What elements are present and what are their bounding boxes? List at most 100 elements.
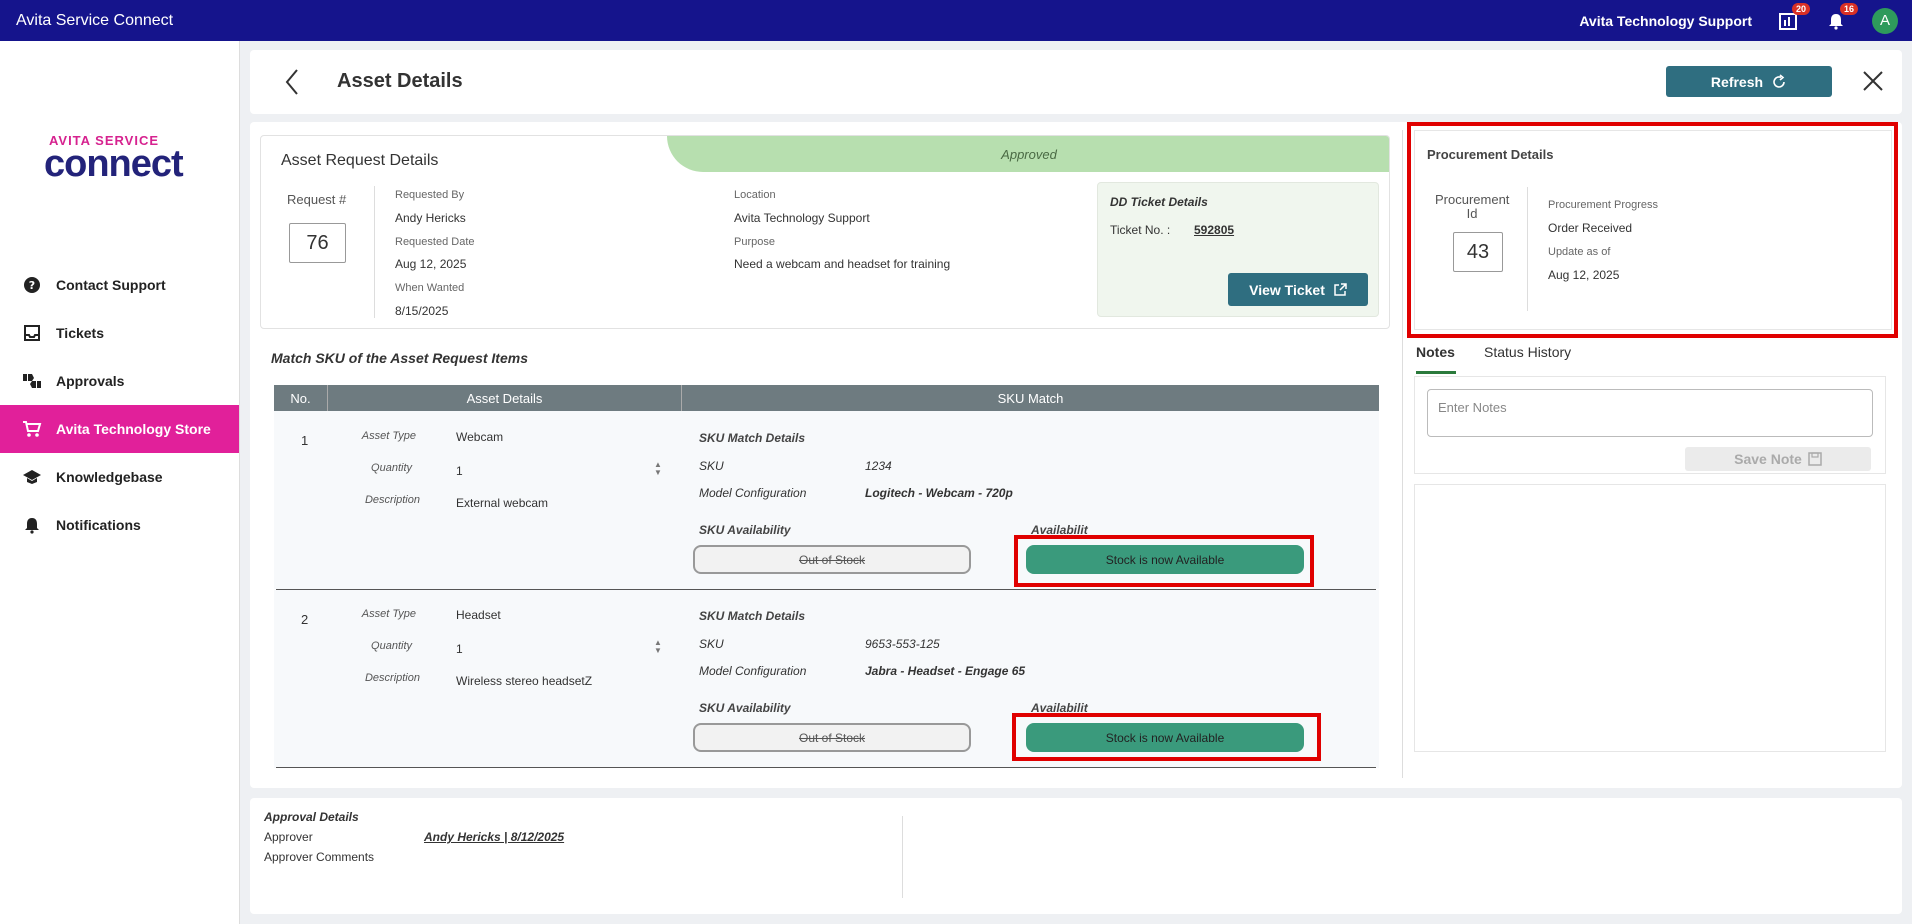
quantity-value[interactable]: 1 bbox=[456, 464, 463, 478]
sku-availability-label: SKU Availability bbox=[699, 701, 791, 715]
asset-type-label: Asset Type bbox=[361, 430, 416, 442]
out-of-stock-button[interactable]: Out of Stock bbox=[693, 723, 971, 752]
request-number-label: Request # bbox=[287, 192, 347, 207]
model-config-label: Model Configuration bbox=[699, 486, 807, 500]
tab-notes[interactable]: Notes bbox=[1416, 342, 1456, 374]
notes-list bbox=[1414, 484, 1886, 752]
asset-type-label: Asset Type bbox=[361, 608, 416, 620]
description-label: Description bbox=[364, 494, 420, 506]
notes-tabs: Notes Status History bbox=[1414, 342, 1884, 374]
approver-label: Approver bbox=[264, 830, 313, 844]
sidebar-item-tickets[interactable]: Tickets bbox=[0, 309, 239, 357]
location-value: Avita Technology Support bbox=[734, 211, 870, 225]
close-button[interactable] bbox=[1862, 70, 1884, 97]
dd-ticket-title: DD Ticket Details bbox=[1110, 195, 1208, 209]
location-label: Location bbox=[734, 189, 776, 201]
sidebar-item-contact-support[interactable]: ? Contact Support bbox=[0, 261, 239, 309]
divider bbox=[902, 816, 903, 898]
divider bbox=[374, 186, 375, 318]
graduation-cap-icon bbox=[22, 467, 42, 487]
refresh-button[interactable]: Refresh bbox=[1666, 66, 1832, 97]
column-sku-match: SKU Match bbox=[997, 390, 1064, 406]
avatar[interactable]: A bbox=[1872, 7, 1898, 34]
notes-input[interactable]: Enter Notes bbox=[1427, 389, 1873, 437]
asset-request-card: Approved Asset Request Details Request #… bbox=[260, 135, 1390, 329]
sidebar: AVITA SERVICE connect ? Contact Support … bbox=[0, 41, 240, 924]
approval-title: Approval Details bbox=[264, 810, 359, 824]
sidebar-item-label: Tickets bbox=[56, 325, 104, 341]
logo: AVITA SERVICE connect bbox=[44, 133, 194, 183]
bell-icon bbox=[22, 515, 42, 535]
ticket-number-link[interactable]: 592805 bbox=[1194, 223, 1234, 237]
out-of-stock-button[interactable]: Out of Stock bbox=[693, 545, 971, 574]
thumbs-icon bbox=[22, 371, 42, 391]
sidebar-item-approvals[interactable]: Approvals bbox=[0, 357, 239, 405]
save-note-button[interactable]: Save Note bbox=[1685, 447, 1871, 471]
back-button[interactable] bbox=[284, 68, 300, 101]
refresh-icon bbox=[1773, 73, 1785, 88]
model-config-label: Model Configuration bbox=[699, 664, 807, 678]
highlight-box bbox=[1407, 122, 1898, 338]
match-sku-title: Match SKU of the Asset Request Items bbox=[271, 350, 528, 366]
quantity-label: Quantity bbox=[371, 640, 412, 652]
description-value: External webcam bbox=[456, 496, 549, 510]
sku-table-header: No. Asset Details SKU Match bbox=[274, 385, 1379, 411]
status-badge: Approved bbox=[667, 136, 1389, 172]
sku-label: SKU bbox=[699, 459, 724, 473]
row-number: 1 bbox=[301, 433, 309, 448]
notes-card: Enter Notes Save Note bbox=[1414, 376, 1886, 474]
sku-match-details-label: SKU Match Details bbox=[699, 609, 806, 623]
help-circle-icon: ? bbox=[22, 275, 42, 295]
requested-date-value: Aug 12, 2025 bbox=[395, 257, 467, 271]
approver-comments-label: Approver Comments bbox=[264, 850, 375, 864]
view-ticket-label: View Ticket bbox=[1249, 281, 1325, 298]
top-bar-right: Avita Technology Support 20 16 A bbox=[1579, 0, 1912, 41]
requested-by-label: Requested By bbox=[395, 189, 465, 201]
reports-button[interactable]: 20 bbox=[1776, 2, 1810, 33]
close-icon bbox=[1863, 71, 1883, 91]
chevron-left-icon bbox=[285, 69, 298, 95]
approver-value[interactable]: Andy Hericks | 8/12/2025 bbox=[424, 830, 564, 844]
sidebar-item-label: Knowledgebase bbox=[56, 469, 163, 485]
requested-date-label: Requested Date bbox=[395, 236, 475, 248]
column-no: No. bbox=[274, 385, 328, 411]
highlight-box bbox=[1012, 713, 1321, 761]
requested-by-value: Andy Hericks bbox=[395, 211, 466, 225]
when-wanted-label: When Wanted bbox=[395, 282, 465, 294]
dd-ticket-card: DD Ticket Details Ticket No. : 592805 Vi… bbox=[1097, 182, 1379, 317]
model-config-value: Jabra - Headset - Engage 65 bbox=[865, 664, 1026, 678]
row-number: 2 bbox=[301, 612, 309, 627]
sidebar-item-notifications[interactable]: Notifications bbox=[0, 501, 239, 549]
model-config-value: Logitech - Webcam - 720p bbox=[865, 486, 1013, 500]
sidebar-nav: ? Contact Support Tickets Approvals Avit… bbox=[0, 261, 239, 549]
quantity-label: Quantity bbox=[371, 462, 412, 474]
logo-main-text: connect bbox=[44, 143, 184, 185]
description-value: Wireless stereo headsetZ bbox=[456, 674, 593, 688]
org-name: Avita Technology Support bbox=[1579, 12, 1752, 29]
sidebar-item-label: Approvals bbox=[56, 373, 125, 389]
inbox-icon bbox=[22, 323, 42, 343]
quantity-stepper[interactable]: ▲ ▼ bbox=[654, 461, 662, 477]
sku-match-details-label: SKU Match Details bbox=[699, 431, 806, 445]
reports-badge: 20 bbox=[1791, 2, 1810, 15]
column-divider bbox=[1402, 130, 1403, 778]
asset-type-value: Webcam bbox=[456, 430, 504, 444]
sidebar-item-label: Contact Support bbox=[56, 277, 166, 293]
column-asset-details: Asset Details bbox=[328, 385, 682, 411]
view-ticket-button[interactable]: View Ticket bbox=[1228, 273, 1368, 306]
quantity-stepper[interactable]: ▲ ▼ bbox=[654, 639, 662, 655]
request-number: 76 bbox=[289, 223, 346, 263]
sidebar-item-store[interactable]: Avita Technology Store bbox=[0, 405, 239, 453]
cart-icon bbox=[22, 419, 42, 439]
page-title: Asset Details bbox=[337, 70, 463, 92]
svg-text:?: ? bbox=[29, 279, 35, 292]
sidebar-item-knowledgebase[interactable]: Knowledgebase bbox=[0, 453, 239, 501]
external-link-icon bbox=[1334, 282, 1347, 296]
tab-status-history[interactable]: Status History bbox=[1484, 342, 1571, 374]
highlight-box bbox=[1014, 535, 1314, 587]
purpose-value: Need a webcam and headset for training bbox=[734, 257, 951, 271]
refresh-label: Refresh bbox=[1710, 73, 1764, 90]
quantity-value[interactable]: 1 bbox=[456, 642, 463, 656]
sku-value: 9653-553-125 bbox=[865, 637, 940, 651]
notifications-button[interactable]: 16 bbox=[1824, 2, 1858, 33]
